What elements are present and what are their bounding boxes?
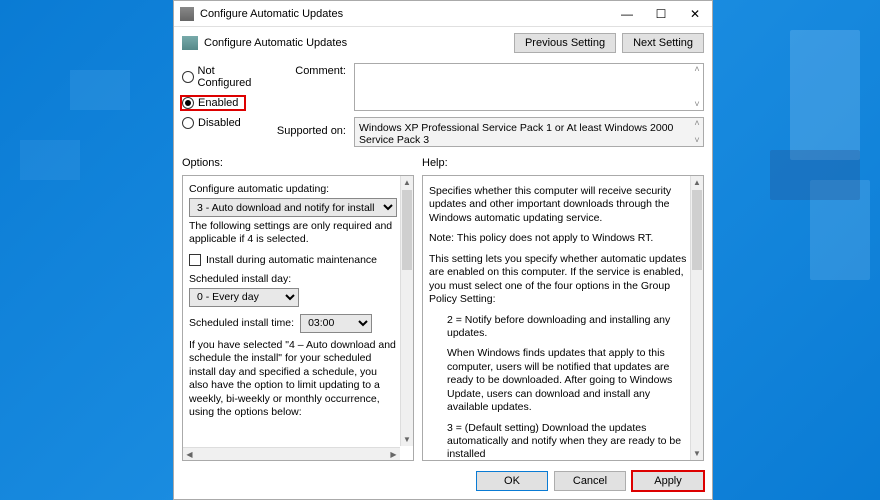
options-horizontal-scrollbar[interactable]: ◀▶: [183, 447, 400, 460]
help-opt3-head: 3 = (Default setting) Download the updat…: [429, 422, 687, 460]
radio-enabled[interactable]: [182, 97, 194, 109]
supported-label: Supported on:: [276, 125, 346, 137]
scheduled-time-label: Scheduled install time:: [189, 317, 294, 329]
help-section-label: Help:: [422, 157, 704, 169]
radio-not-configured[interactable]: [182, 71, 194, 83]
titlebar: Configure Automatic Updates — ☐ ✕: [174, 1, 712, 27]
header-title: Configure Automatic Updates: [204, 37, 508, 49]
install-during-maintenance-checkbox[interactable]: [189, 254, 201, 266]
help-opt2-body: When Windows finds updates that apply to…: [429, 347, 687, 414]
app-icon: [180, 7, 194, 21]
options-footnote: If you have selected "4 – Auto download …: [189, 339, 397, 420]
comment-scrollbar[interactable]: ˄˅: [691, 64, 703, 110]
help-opt2-head: 2 = Notify before downloading and instal…: [429, 314, 687, 341]
radio-not-configured-label: Not Configured: [198, 65, 268, 89]
apply-button[interactable]: Apply: [632, 471, 704, 491]
help-panel: Specifies whether this computer will rec…: [422, 175, 704, 461]
enabled-highlight: Enabled: [180, 95, 246, 111]
options-vertical-scrollbar[interactable]: ▲▼: [400, 176, 413, 446]
next-setting-button[interactable]: Next Setting: [622, 33, 704, 53]
comment-label: Comment:: [276, 65, 346, 115]
window-title: Configure Automatic Updates: [200, 8, 610, 20]
radio-disabled[interactable]: [182, 117, 194, 129]
options-note: The following settings are only required…: [189, 220, 397, 247]
dialog-footer: OK Cancel Apply: [174, 465, 712, 499]
options-section-label: Options:: [182, 157, 422, 169]
comment-field[interactable]: ˄˅: [354, 63, 704, 111]
configure-updating-label: Configure automatic updating:: [189, 183, 397, 195]
radio-disabled-label: Disabled: [198, 117, 241, 129]
help-p1: Specifies whether this computer will rec…: [429, 185, 687, 225]
help-vertical-scrollbar[interactable]: ▲▼: [690, 176, 703, 460]
scheduled-day-label: Scheduled install day:: [189, 273, 397, 285]
gpedit-dialog: Configure Automatic Updates — ☐ ✕ Config…: [173, 0, 713, 500]
supported-value: Windows XP Professional Service Pack 1 o…: [359, 122, 673, 146]
scheduled-day-select[interactable]: 0 - Every day: [189, 288, 299, 307]
configure-updating-select[interactable]: 3 - Auto download and notify for install: [189, 198, 397, 217]
cancel-button[interactable]: Cancel: [554, 471, 626, 491]
radio-enabled-label: Enabled: [198, 97, 238, 109]
install-during-maintenance-label: Install during automatic maintenance: [206, 254, 377, 266]
minimize-button[interactable]: —: [610, 1, 644, 27]
help-p2: Note: This policy does not apply to Wind…: [429, 232, 687, 245]
options-panel: Configure automatic updating: 3 - Auto d…: [182, 175, 414, 461]
previous-setting-button[interactable]: Previous Setting: [514, 33, 616, 53]
policy-icon: [182, 36, 198, 50]
state-radio-group: Not Configured Enabled Disabled: [182, 63, 268, 147]
header-row: Configure Automatic Updates Previous Set…: [174, 27, 712, 57]
maximize-button[interactable]: ☐: [644, 1, 678, 27]
help-p3: This setting lets you specify whether au…: [429, 253, 687, 307]
supported-scrollbar[interactable]: ˄˅: [691, 118, 703, 146]
ok-button[interactable]: OK: [476, 471, 548, 491]
supported-on-field: Windows XP Professional Service Pack 1 o…: [354, 117, 704, 147]
close-button[interactable]: ✕: [678, 1, 712, 27]
scheduled-time-select[interactable]: 03:00: [300, 314, 372, 333]
